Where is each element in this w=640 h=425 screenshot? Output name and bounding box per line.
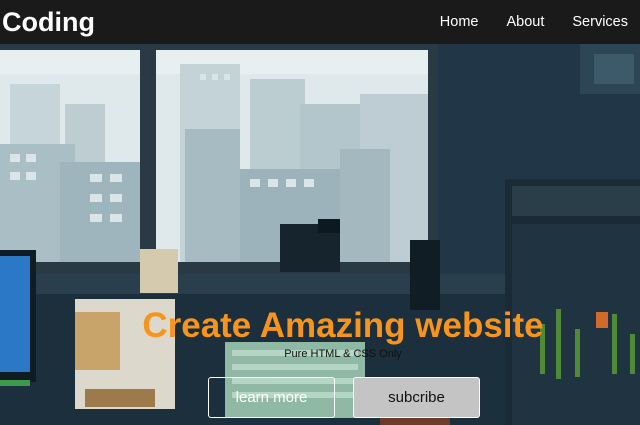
nav-links: Home About Services: [440, 0, 640, 44]
nav-link-about[interactable]: About: [506, 14, 544, 30]
subscribe-button[interactable]: subcribe: [353, 377, 480, 418]
hero-subtitle: Pure HTML & CSS Only: [284, 348, 402, 360]
hero-background-illustration: [0, 44, 640, 425]
navbar: n Coding Home About Services: [0, 0, 640, 44]
hero-section: Create Amazing website Pure HTML & CSS O…: [0, 44, 640, 425]
nav-link-services[interactable]: Services: [572, 14, 628, 30]
nav-link-home[interactable]: Home: [440, 14, 479, 30]
hero-title: Create Amazing website: [142, 306, 544, 345]
learn-more-button[interactable]: learn more: [208, 377, 335, 418]
brand-logo[interactable]: n Coding: [0, 5, 95, 39]
